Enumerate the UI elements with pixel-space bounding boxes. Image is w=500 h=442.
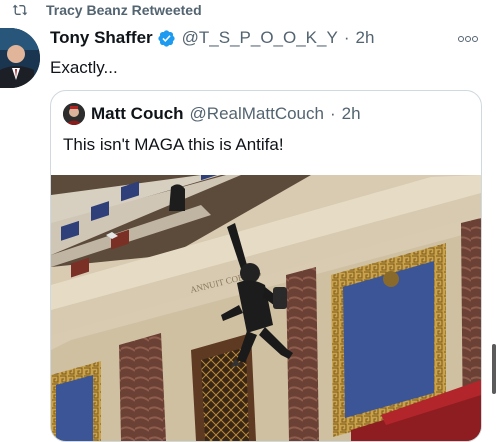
quoted-author-name: Matt Couch (91, 104, 184, 123)
more-options-button[interactable] (458, 36, 478, 42)
author-handle[interactable]: @T_S_P_O_O_K_Y (182, 28, 338, 48)
separator-dot: · (329, 104, 336, 123)
tweet-header: Tony Shaffer @T_S_P_O_O_K_Y · 2h (50, 28, 374, 48)
more-dot (465, 36, 471, 42)
scrollbar-thumb[interactable] (492, 344, 496, 394)
quoted-author-handle: @RealMattCouch (189, 104, 324, 123)
tweet-text: Exactly... (50, 58, 118, 77)
author-avatar[interactable] (0, 28, 40, 88)
quoted-tweet-time: 2h (341, 104, 361, 123)
quoted-author-avatar (63, 103, 85, 125)
tweet-time[interactable]: 2h (355, 28, 374, 48)
quoted-tweet-text: This isn't MAGA this is Antifa! (63, 135, 284, 154)
author-name[interactable]: Tony Shaffer (50, 28, 153, 48)
more-dot (472, 36, 478, 42)
quoted-tweet-header: Matt Couch @RealMattCouch · 2h (63, 103, 361, 125)
quoted-tweet[interactable]: Matt Couch @RealMattCouch · 2h This isn'… (50, 90, 482, 442)
separator-dot: · (343, 28, 350, 47)
retweet-icon (12, 4, 28, 16)
retweet-indicator[interactable]: Tracy Beanz Retweeted (12, 0, 202, 20)
quoted-media-image[interactable]: ANNUIT COEPTIS (51, 159, 481, 441)
senate-chamber-photo: ANNUIT COEPTIS (51, 159, 481, 441)
more-dot (458, 36, 464, 42)
retweeted-by-label: Tracy Beanz Retweeted (46, 2, 202, 18)
verified-badge-icon (158, 29, 175, 47)
